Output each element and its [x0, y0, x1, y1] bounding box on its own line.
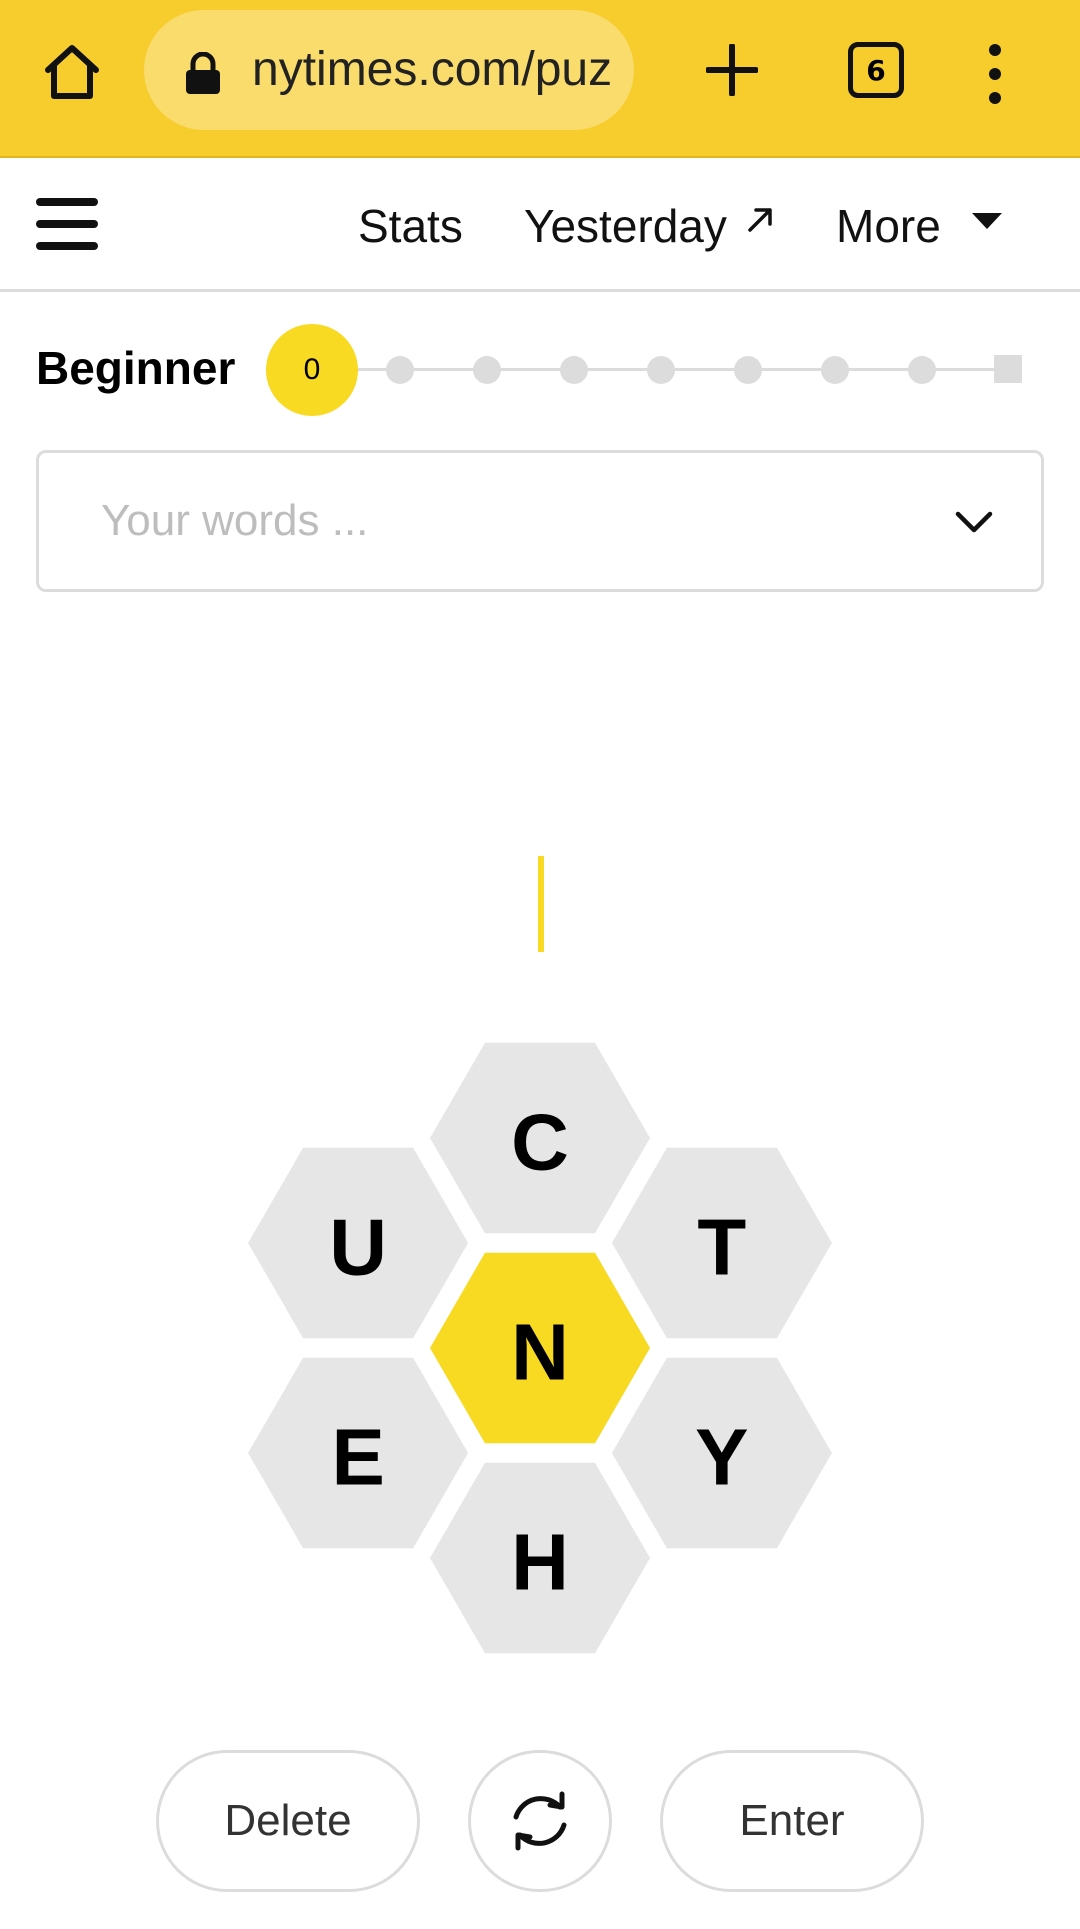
external-arrow-icon [748, 208, 772, 232]
url-text: nytimes.com/puzzles/spelling-bee [252, 43, 612, 96]
hex-letter: C [511, 1098, 569, 1187]
address-bar[interactable]: nytimes.com/puzzles/spelling-bee [144, 10, 634, 130]
outer-letter-cell[interactable]: E [248, 1357, 469, 1549]
center-letter-cell[interactable]: N [430, 1252, 650, 1444]
outer-letter-cell[interactable]: T [611, 1147, 832, 1339]
shuffle-icon [513, 1791, 567, 1851]
new-tab-icon[interactable] [700, 34, 764, 106]
hex-letter: H [511, 1518, 569, 1607]
text-cursor [538, 856, 544, 952]
hex-letter: T [697, 1203, 746, 1292]
enter-label: Enter [739, 1796, 845, 1845]
outer-letter-cell[interactable]: Y [611, 1357, 832, 1549]
caret-down-icon [972, 213, 1002, 229]
hex-letter: E [331, 1413, 384, 1502]
lock-icon [186, 52, 220, 94]
hex-letter: Y [695, 1413, 748, 1502]
browser-toolbar: nytimes.com/puzzles/spelling-bee 6 [0, 0, 1080, 158]
hamburger-menu-icon[interactable] [36, 198, 98, 250]
home-icon[interactable] [36, 36, 108, 108]
nav-stats-link[interactable]: Stats [358, 196, 463, 256]
rank-label: Beginner [36, 342, 236, 394]
words-placeholder: Your words ... [101, 496, 369, 545]
outer-letter-cell[interactable]: U [248, 1147, 469, 1339]
delete-label: Delete [224, 1796, 352, 1845]
shuffle-button[interactable] [468, 1750, 612, 1892]
hex-letter: U [329, 1203, 387, 1292]
enter-button[interactable]: Enter [660, 1750, 924, 1892]
hex-letter: N [511, 1308, 569, 1397]
tab-switcher-button[interactable]: 6 [848, 42, 904, 98]
progress-dot [647, 356, 675, 384]
progress-dot [734, 356, 762, 384]
outer-letter-cell[interactable]: H [430, 1462, 650, 1654]
progress-dot [560, 356, 588, 384]
progress-dot [473, 356, 501, 384]
outer-letter-cell[interactable]: C [430, 1042, 650, 1234]
delete-button[interactable]: Delete [156, 1750, 420, 1892]
progress-dot [821, 356, 849, 384]
app-nav: Stats Yesterday More [0, 160, 1080, 292]
progress-dot [908, 356, 936, 384]
progress-dot [386, 356, 414, 384]
nav-more-link[interactable]: More [836, 196, 941, 256]
found-words-dropdown[interactable]: Your words ... [36, 450, 1044, 592]
progress-end-marker [994, 355, 1022, 383]
score-value: 0 [303, 353, 321, 386]
nav-yesterday-link[interactable]: Yesterday [524, 196, 727, 256]
browser-menu-icon[interactable] [980, 38, 1010, 110]
score-bubble: 0 [266, 324, 358, 416]
chevron-down-icon [955, 511, 993, 533]
tab-count: 6 [866, 53, 886, 87]
